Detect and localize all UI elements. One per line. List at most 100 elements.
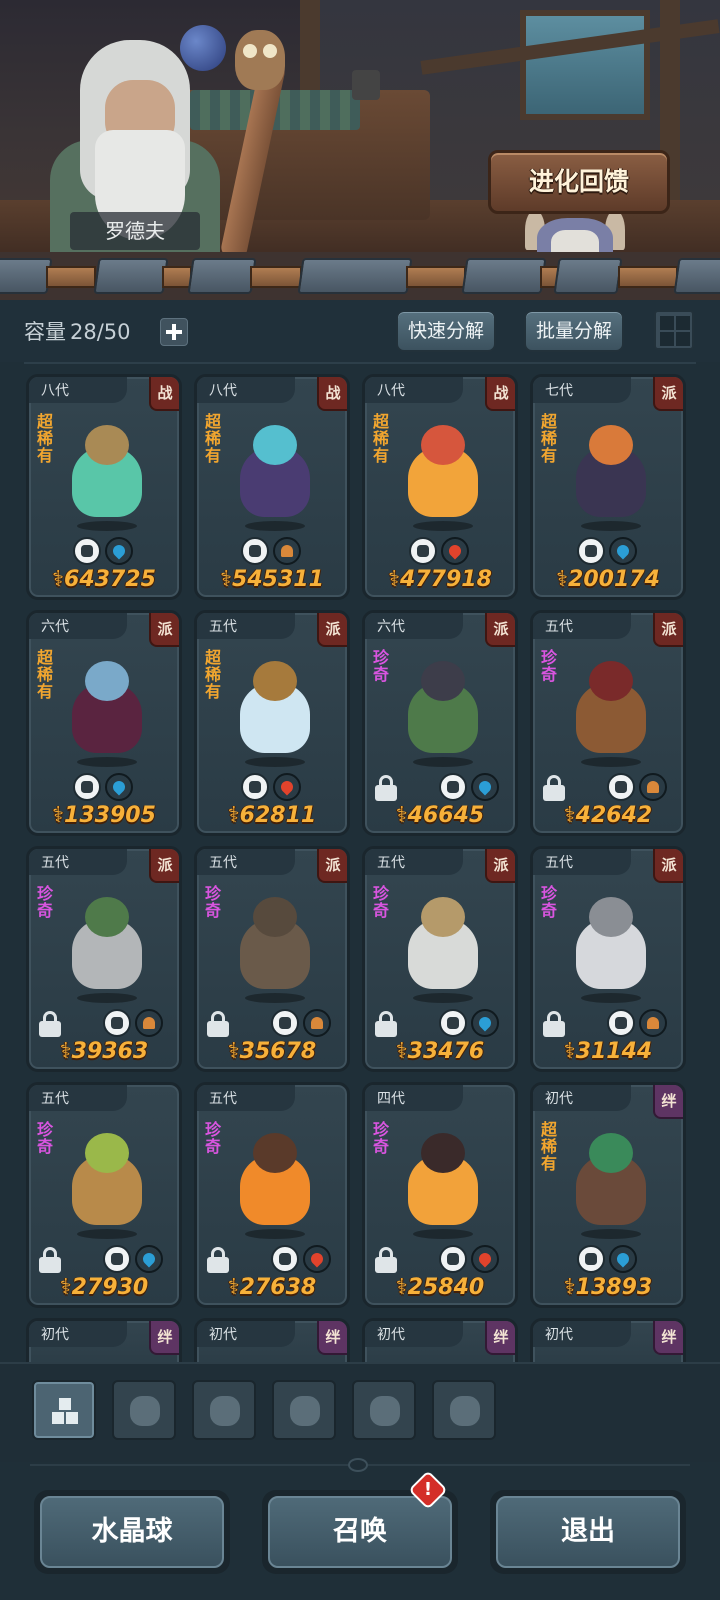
generation-label: 初代: [377, 1327, 405, 1343]
grid-view-icon[interactable]: [654, 310, 694, 350]
rarity-label: 珍奇: [373, 1120, 390, 1156]
power-value: ⚕33476: [395, 1039, 485, 1064]
crystal-ball-label: 水晶球: [91, 1516, 173, 1547]
creature-card[interactable]: 五代 派珍奇 ⚕42642: [530, 610, 686, 836]
generation-label: 五代: [41, 1091, 69, 1107]
alien-icon: [607, 1009, 635, 1037]
creature-card-partial[interactable]: 初代 绊: [26, 1318, 182, 1362]
generation-label: 五代: [209, 619, 237, 635]
creature-card-partial[interactable]: 初代 绊: [530, 1318, 686, 1362]
power-value: ⚕133905: [52, 803, 156, 828]
earth-element-icon: [135, 1009, 163, 1037]
lock-icon[interactable]: [207, 1011, 229, 1037]
lock-icon[interactable]: [39, 1011, 61, 1037]
creature-card[interactable]: 五代珍奇 ⚕27638: [194, 1082, 350, 1308]
lock-icon[interactable]: [543, 1011, 565, 1037]
creature-card[interactable]: 五代 珍奇 ⚕27930: [26, 1082, 182, 1308]
creature-card[interactable]: 五代 派珍奇 ⚕31144: [530, 846, 686, 1072]
creature-card[interactable]: 四代 珍奇 ⚕25840: [362, 1082, 518, 1308]
creature-portrait: [393, 1125, 493, 1245]
rarity-label: 珍奇: [37, 884, 54, 920]
creature-portrait: [561, 417, 661, 537]
generation-label: 初代: [545, 1327, 573, 1343]
evolve-reward-button[interactable]: 进化回馈: [488, 150, 670, 214]
earth-element-icon: [639, 773, 667, 801]
quick-decompose-button[interactable]: 快速分解: [396, 310, 496, 352]
generation-label: 初代: [41, 1327, 69, 1343]
capacity-label: 容量: [24, 320, 66, 344]
exit-button[interactable]: 退出: [490, 1490, 686, 1574]
creature-card[interactable]: 五代 派超稀有 ⚕62811: [194, 610, 350, 836]
creature-portrait: [57, 1125, 157, 1245]
capacity-display: 容量 28/50: [24, 316, 131, 346]
power-value: ⚕200174: [556, 567, 660, 592]
tower-icon: [241, 773, 269, 801]
faction-badge: 派: [149, 849, 179, 883]
creature-portrait: [57, 889, 157, 1009]
alien-filter[interactable]: [352, 1380, 416, 1440]
lock-icon[interactable]: [375, 1011, 397, 1037]
fist-icon: [607, 773, 635, 801]
generation-label: 五代: [209, 855, 237, 871]
rarity-label: 珍奇: [541, 884, 558, 920]
lock-icon[interactable]: [207, 1247, 229, 1273]
earth-element-icon: [639, 1009, 667, 1037]
power-value: ⚕31144: [563, 1039, 653, 1064]
alert-mark: !: [423, 1479, 433, 1500]
lock-icon[interactable]: [39, 1247, 61, 1273]
all-filter[interactable]: [32, 1380, 96, 1440]
creature-portrait: [57, 653, 157, 773]
capacity-value: 28/50: [70, 320, 131, 344]
power-value: ⚕27638: [227, 1275, 317, 1300]
creature-card[interactable]: 八代 战超稀有 ⚕545311: [194, 374, 350, 600]
creature-card-partial[interactable]: 初代 绊: [362, 1318, 518, 1362]
lock-icon[interactable]: [375, 1247, 397, 1273]
crystal-ball-button[interactable]: 水晶球: [34, 1490, 230, 1574]
leaf-filter[interactable]: [272, 1380, 336, 1440]
rarity-label: 珍奇: [541, 648, 558, 684]
faction-badge: 派: [149, 613, 179, 647]
power-value: ⚕62811: [227, 803, 317, 828]
creature-card-partial[interactable]: 初代 绊: [194, 1318, 350, 1362]
fist-filter[interactable]: [112, 1380, 176, 1440]
creature-card[interactable]: 五代 派珍奇 ⚕35678: [194, 846, 350, 1072]
faction-badge: 派: [653, 613, 683, 647]
creature-portrait: [393, 653, 493, 773]
lock-icon[interactable]: [543, 775, 565, 801]
evolve-reward-label: 进化回馈: [528, 167, 629, 196]
lock-icon[interactable]: [375, 775, 397, 801]
power-value: ⚕35678: [227, 1039, 317, 1064]
rarity-label: 珍奇: [205, 1120, 222, 1156]
fire-element-icon: [273, 773, 301, 801]
batch-decompose-button[interactable]: 批量分解: [524, 310, 624, 352]
generation-label: 五代: [545, 855, 573, 871]
faction-badge: 绊: [653, 1321, 683, 1355]
power-value: ⚕25840: [395, 1275, 485, 1300]
rarity-label: 超稀有: [37, 412, 54, 465]
creature-card[interactable]: 六代 派珍奇 ⚕46645: [362, 610, 518, 836]
faction-badge: 派: [485, 613, 515, 647]
creature-card[interactable]: 八代 战超稀有 ⚕643725: [26, 374, 182, 600]
creature-card[interactable]: 七代 派超稀有 ⚕200174: [530, 374, 686, 600]
generation-label: 五代: [209, 1091, 237, 1107]
faction-badge: 派: [653, 849, 683, 883]
expand-capacity-button[interactable]: [160, 318, 188, 346]
creature-card[interactable]: 八代 战超稀有 ⚕477918: [362, 374, 518, 600]
power-value: ⚕46645: [395, 803, 485, 828]
shield-icon: [241, 537, 269, 565]
owl-icon: [235, 30, 285, 90]
exit-label: 退出: [561, 1516, 615, 1547]
creature-card-grid[interactable]: 八代 战超稀有 ⚕643725 八代 战超稀有 ⚕545311 八代 战超稀有 ⚕477918 七…: [0, 374, 720, 1362]
creature-card[interactable]: 初代 绊超稀有 ⚕13893: [530, 1082, 686, 1308]
tower-filter[interactable]: [432, 1380, 496, 1440]
power-value: ⚕42642: [563, 803, 653, 828]
leaf-icon: [290, 1396, 320, 1426]
rarity-label: 珍奇: [373, 648, 390, 684]
creature-card[interactable]: 五代 派珍奇 ⚕39363: [26, 846, 182, 1072]
rarity-label: 超稀有: [373, 412, 390, 465]
shield-filter[interactable]: [192, 1380, 256, 1440]
creature-portrait: [57, 417, 157, 537]
creature-card[interactable]: 六代 派超稀有 ⚕133905: [26, 610, 182, 836]
generation-label: 六代: [377, 619, 405, 635]
creature-card[interactable]: 五代 派珍奇 ⚕33476: [362, 846, 518, 1072]
